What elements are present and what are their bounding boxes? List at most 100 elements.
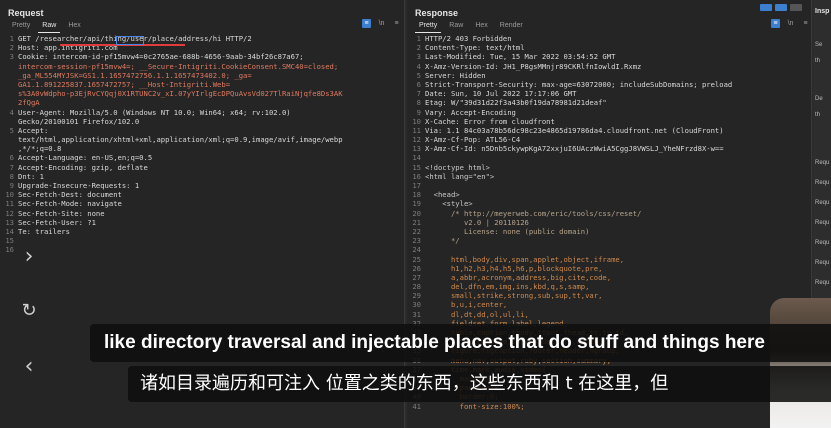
code-text: Dnt: 1 (18, 171, 44, 181)
response-tab-render[interactable]: Render (496, 21, 527, 33)
response-tab-hex[interactable]: Hex (471, 21, 491, 33)
line-number: 9 (416, 107, 421, 117)
line-number: 4 (9, 107, 14, 117)
code-line: 20 /* http://meyerweb.com/eric/tools/css… (411, 209, 807, 218)
newline-toggle-icon[interactable]: \n (377, 19, 386, 28)
code-line: 6 Strict-Transport-Security: max-age=6307… (411, 80, 807, 89)
inspector-item[interactable]: Se (815, 42, 822, 48)
code-line: 8 Etag: W/"39d31d22f3a43b0f19da78981d21de… (411, 98, 807, 107)
code-line: 15 (4, 236, 400, 245)
inspector-item[interactable]: De (815, 96, 823, 102)
request-tab-hex[interactable]: Hex (64, 21, 84, 33)
line-number: 3 (9, 52, 14, 62)
line-number: 24 (412, 245, 421, 255)
request-title: Request (8, 8, 44, 18)
line-number: 15 (412, 162, 421, 172)
chevron-left-icon[interactable]: ‹ (18, 356, 40, 378)
code-line: ,*/*;q=0.8 (4, 144, 400, 153)
code-text: _ga_ML554MYJSK=GS1.1.1657472756.1.1.1657… (18, 70, 252, 80)
code-line: 4 X-Amz-Version-Id: JH1_P8gsMMnjr89CKRlfn… (411, 62, 807, 71)
code-text: License: none (public domain) (425, 226, 590, 236)
line-number: 14 (5, 226, 14, 236)
line-number: 13 (5, 217, 14, 227)
code-line: 22 License: none (public domain) (411, 227, 807, 236)
inspector-item[interactable]: th (815, 58, 820, 64)
request-tab-pretty[interactable]: Pretty (8, 21, 34, 33)
code-line: _ga_ML554MYJSK=GS1.1.1657472756.1.1.1657… (4, 71, 400, 80)
code-line: 14 Te: trailers (4, 227, 400, 236)
line-number: 11 (5, 199, 14, 209)
presenter-webcam (770, 298, 831, 428)
code-line: 13 X-Amz-Cf-Id: n5Dnb5ckywpKgA72xxjuI6UAc… (411, 144, 807, 153)
code-line: 14 (411, 153, 807, 162)
chevron-right-icon[interactable]: › (18, 246, 40, 268)
response-tabs: Pretty Raw Hex Render (415, 21, 527, 33)
line-number: 15 (5, 236, 14, 246)
line-number: 16 (5, 245, 14, 255)
line-number: 28 (412, 282, 421, 292)
code-text: Last-Modified: Tue, 15 Mar 2022 03:54:52… (425, 52, 616, 62)
layout-horizontal-icon[interactable] (775, 4, 787, 11)
actions-icon[interactable]: ≡ (362, 19, 371, 28)
layout-vertical-icon[interactable] (790, 4, 802, 11)
response-tab-raw[interactable]: Raw (445, 21, 467, 33)
line-number: 3 (416, 52, 421, 62)
actions-icon[interactable]: ≡ (771, 19, 780, 28)
code-line: 13 Sec-Fetch-User: ?1 (4, 218, 400, 227)
code-line: text/html,application/xhtml+xml,applicat… (4, 135, 400, 144)
line-number: 5 (9, 125, 14, 135)
request-tab-raw[interactable]: Raw (38, 21, 61, 33)
line-number: 2 (9, 43, 14, 53)
code-line: 4 User-Agent: Mozilla/5.0 (Windows NT 10.… (4, 108, 400, 117)
line-number: 23 (412, 236, 421, 246)
line-number: 12 (5, 208, 14, 218)
layout-split-icon[interactable] (760, 4, 772, 11)
code-text: X-Amz-Cf-Pop: ATL56-C4 (425, 135, 521, 145)
code-text: 2fQgA (18, 98, 40, 108)
inspector-item[interactable]: Requ (815, 160, 829, 166)
inspector-item[interactable]: th (815, 112, 820, 118)
code-line: 11 Via: 1.1 84c03a78b56dc98c23e4865d19786… (411, 126, 807, 135)
line-number: 6 (416, 79, 421, 89)
layout-controls (760, 4, 802, 11)
inspector-item[interactable]: Requ (815, 240, 829, 246)
code-text: X-Amz-Cf-Id: n5Dnb5ckywpKgA72xxjuI6UAczW… (425, 144, 724, 154)
response-pane: Response Pretty Raw Hex Render ≡ \n ≡ 1H… (407, 0, 812, 428)
code-text: User-Agent: Mozilla/5.0 (Windows NT 10.0… (18, 107, 291, 117)
line-number (4, 80, 14, 89)
inspector-item[interactable]: Requ (815, 280, 829, 286)
code-line: 6 Accept-Language: en-US,en;q=0.5 (4, 153, 400, 162)
inspector-item[interactable]: Requ (815, 180, 829, 186)
code-text: Gecko/20100101 Firefox/102.0 (18, 116, 140, 126)
inspector-item[interactable]: Requ (815, 220, 829, 226)
line-number: 10 (5, 190, 14, 200)
refresh-icon[interactable]: ↻ (18, 300, 40, 322)
code-line: 8 Dnt: 1 (4, 172, 400, 181)
text-selection-box (116, 36, 144, 45)
inspector-item[interactable]: Requ (815, 200, 829, 206)
code-line: 11 Sec-Fetch-Mode: navigate (4, 199, 400, 208)
code-line: 2fQgA (4, 98, 400, 107)
line-number: 4 (416, 61, 421, 71)
code-text: Server: Hidden (425, 70, 486, 80)
code-text: s%3A0vWdpho-p3EjRvCYQqj0X1RTUNC2v_xI.07y… (18, 89, 343, 99)
line-number: 11 (412, 125, 421, 135)
inspector-title: Insp (815, 8, 830, 15)
code-line: 7 Date: Sun, 10 Jul 2022 17:17:06 GMT (411, 89, 807, 98)
line-number: 9 (9, 181, 14, 190)
code-text: Vary: Accept-Encoding (425, 107, 516, 117)
line-number: 8 (416, 98, 421, 108)
line-number (4, 89, 14, 98)
subtitle-english: like directory traversal and injectable … (90, 324, 831, 362)
request-view-icons: ≡ \n ≡ (362, 19, 401, 28)
code-line: 23 */ (411, 236, 807, 245)
code-text: */ (425, 236, 460, 246)
code-text: <head> (425, 190, 460, 200)
line-number: 7 (9, 162, 14, 172)
code-text: Sec-Fetch-Site: none (18, 208, 105, 218)
menu-icon[interactable]: ≡ (392, 19, 401, 28)
newline-toggle-icon[interactable]: \n (786, 19, 795, 28)
menu-icon[interactable]: ≡ (801, 19, 810, 28)
inspector-item[interactable]: Requ (815, 260, 829, 266)
response-tab-pretty[interactable]: Pretty (415, 21, 442, 33)
